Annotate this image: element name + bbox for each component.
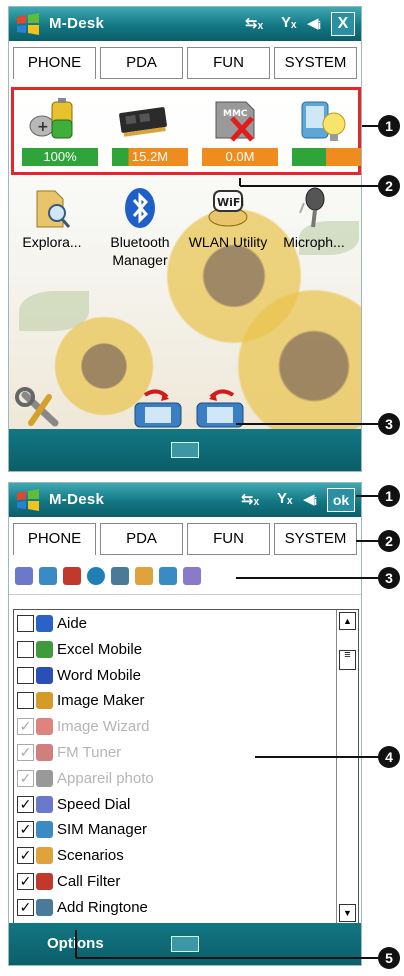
callout-marker: 1 <box>378 115 400 137</box>
callout-marker: 4 <box>378 746 400 768</box>
callout-marker: 2 <box>378 175 400 197</box>
callout-marker: 2 <box>378 530 400 552</box>
callout-marker: 1 <box>378 485 400 507</box>
callout-marker: 5 <box>378 947 400 969</box>
callout-marker: 3 <box>378 413 400 435</box>
callout-marker: 3 <box>378 567 400 589</box>
callout-leader-lines <box>75 125 378 959</box>
